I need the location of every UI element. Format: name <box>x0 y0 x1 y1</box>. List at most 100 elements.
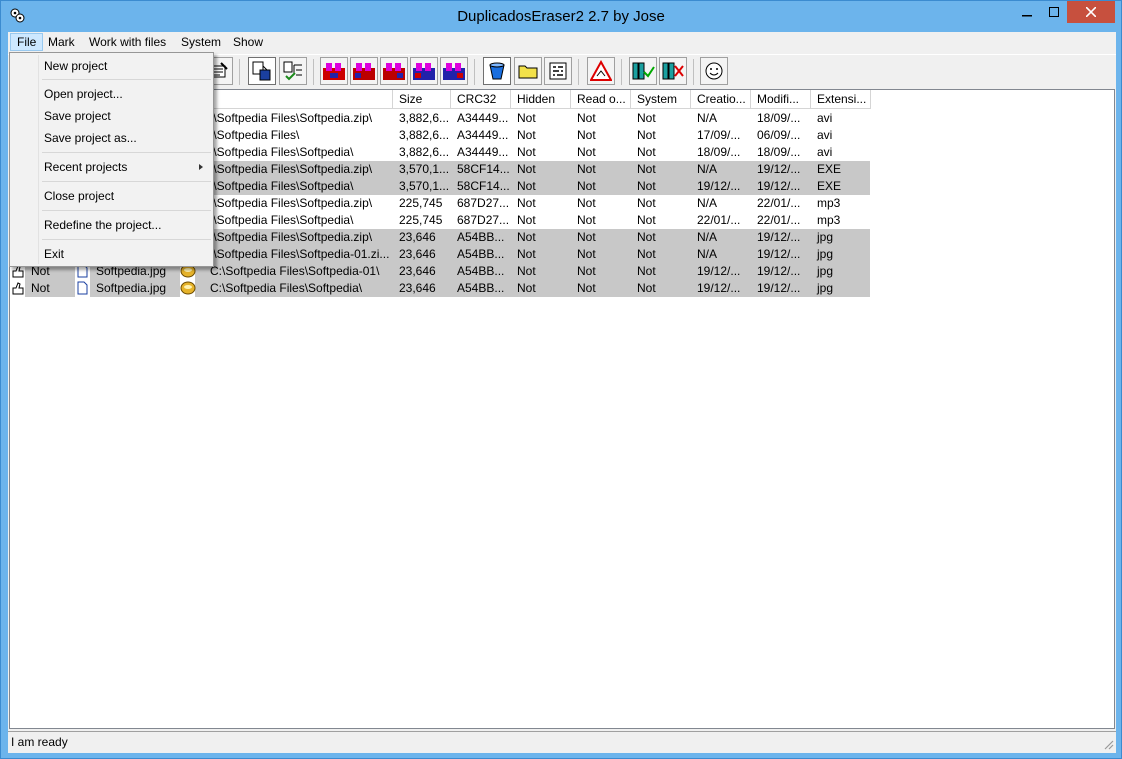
menu-bar: File Mark Work with files System Show <box>8 32 1116 52</box>
toolbar-separator <box>621 59 622 85</box>
status-text: I am ready <box>11 735 68 749</box>
minimize-button[interactable] <box>1013 1 1041 23</box>
cell-read-only: Not <box>577 281 596 295</box>
menu-file[interactable]: File <box>10 33 44 51</box>
file-menu-dropdown: New project Open project... Save project… <box>9 52 214 267</box>
menu-item-redefine-project[interactable]: Redefine the project... <box>12 214 211 236</box>
close-button[interactable] <box>1067 1 1115 23</box>
thumb-icon[interactable] <box>11 281 25 295</box>
submenu-arrow-icon <box>199 164 203 170</box>
cell-hidden: Not <box>517 213 536 227</box>
column-header-system[interactable]: System <box>631 90 691 109</box>
toolbar-separator <box>474 59 475 85</box>
table-row[interactable]: Not Softpedia.jpg C:\Softpedia Files\Softp… <box>10 280 870 297</box>
cell-system: Not <box>637 128 656 142</box>
cell-crc32: A54BB... <box>457 281 505 295</box>
cell-crc32: 58CF14... <box>457 179 510 193</box>
cell-read-only: Not <box>577 213 596 227</box>
cell-read-only: Not <box>577 179 596 193</box>
cell-size: 3,882,6... <box>399 111 450 125</box>
cell-system: Not <box>637 281 656 295</box>
cell-extension: jpg <box>817 230 834 244</box>
close-icon <box>1086 7 1096 17</box>
cell-created: N/A <box>697 247 718 261</box>
column-header-modified[interactable]: Modifi... <box>751 90 811 109</box>
select-tree-button[interactable] <box>279 57 307 85</box>
cell-modified: 19/12/... <box>757 264 801 278</box>
mark-group-1-button[interactable] <box>320 57 348 85</box>
menu-item-new-project[interactable]: New project <box>12 55 211 77</box>
menu-system[interactable]: System <box>175 33 227 51</box>
column-header-extension[interactable]: Extensi... <box>811 90 871 109</box>
cell-modified: 19/12/... <box>757 179 801 193</box>
cell-hidden: Not <box>517 111 536 125</box>
cell-read-only: Not <box>577 247 596 261</box>
cell-system: Not <box>637 213 656 227</box>
bucket-icon <box>489 62 505 80</box>
cell-created: N/A <box>697 196 718 210</box>
toolbar-separator <box>313 59 314 85</box>
cell-modified: 19/12/... <box>757 162 801 176</box>
menu-item-exit[interactable]: Exit <box>12 243 211 265</box>
menu-item-recent-projects[interactable]: Recent projects <box>12 156 211 178</box>
mark-group-3-button[interactable] <box>380 57 408 85</box>
cell-size: 3,570,1... <box>399 179 450 193</box>
menu-item-save-project[interactable]: Save project <box>12 105 211 127</box>
menu-item-recent-projects-label: Recent projects <box>44 160 128 174</box>
cell-system: Not <box>637 162 656 176</box>
folder-icon <box>518 65 538 79</box>
menu-item-open-project[interactable]: Open project... <box>12 83 211 105</box>
cell-extension: mp3 <box>817 213 841 227</box>
cell-path: :\Softpedia Files\ <box>210 128 300 142</box>
mark-group-2-button[interactable] <box>350 57 378 85</box>
cell-created: 19/12/... <box>697 281 741 295</box>
delete-button[interactable] <box>659 57 687 85</box>
mark-group-4-button[interactable] <box>410 57 438 85</box>
resize-grip-icon[interactable] <box>1102 738 1114 750</box>
menu-item-save-project-as[interactable]: Save project as... <box>12 127 211 149</box>
maximize-button[interactable] <box>1041 1 1067 23</box>
window-title: DuplicadosEraser2 2.7 by Jose <box>457 8 665 25</box>
mark-group-5-button[interactable] <box>440 57 468 85</box>
cell-size: 23,646 <box>399 281 436 295</box>
cell-size: 3,882,6... <box>399 145 450 159</box>
menu-work-with-files[interactable]: Work with files <box>83 33 172 51</box>
cell-extension: avi <box>817 111 833 125</box>
column-header-crc32[interactable]: CRC32 <box>451 90 511 109</box>
cell-modified: 19/12/... <box>757 230 801 244</box>
cell-created: 22/01/... <box>697 213 741 227</box>
confirm-button[interactable] <box>629 57 657 85</box>
cell-path: :\Softpedia Files\Softpedia\ <box>210 179 354 193</box>
folder-button[interactable] <box>514 57 542 85</box>
select-file-button[interactable] <box>248 57 276 85</box>
cell-hidden: Not <box>517 247 536 261</box>
cell-path: :\Softpedia Files\Softpedia.zip\ <box>210 162 373 176</box>
cell-modified: 19/12/... <box>757 247 801 261</box>
settings-button[interactable] <box>544 57 572 85</box>
cell-created: 19/12/... <box>697 179 741 193</box>
column-header-hidden[interactable]: Hidden <box>511 90 571 109</box>
cell-size: 225,745 <box>399 213 443 227</box>
cell-modified: 06/09/... <box>757 128 801 142</box>
menu-mark[interactable]: Mark <box>42 33 81 51</box>
column-header-creation[interactable]: Creatio... <box>691 90 751 109</box>
cell-read-only: Not <box>577 128 596 142</box>
menu-show[interactable]: Show <box>227 33 269 51</box>
cell-created: N/A <box>697 162 718 176</box>
bucket-button[interactable] <box>483 57 511 85</box>
cell-filename: Softpedia.jpg <box>96 281 167 295</box>
cell-modified: 18/09/... <box>757 111 801 125</box>
title-bar[interactable]: DuplicadosEraser2 2.7 by Jose <box>1 1 1121 32</box>
mark-group-4-icon <box>413 63 435 80</box>
cell-hidden: Not <box>517 179 536 193</box>
menu-item-close-project[interactable]: Close project <box>12 185 211 207</box>
warning-button[interactable] <box>587 57 615 85</box>
cell-hidden: Not <box>517 162 536 176</box>
cell-created: 17/09/... <box>697 128 741 142</box>
cell-read-only: Not <box>577 145 596 159</box>
column-header-read-only[interactable]: Read o... <box>571 90 631 109</box>
cell-path: :\Softpedia Files\Softpedia.zip\ <box>210 230 373 244</box>
minimize-icon <box>1022 15 1032 17</box>
column-header-size[interactable]: Size <box>393 90 451 109</box>
about-button[interactable] <box>700 57 728 85</box>
